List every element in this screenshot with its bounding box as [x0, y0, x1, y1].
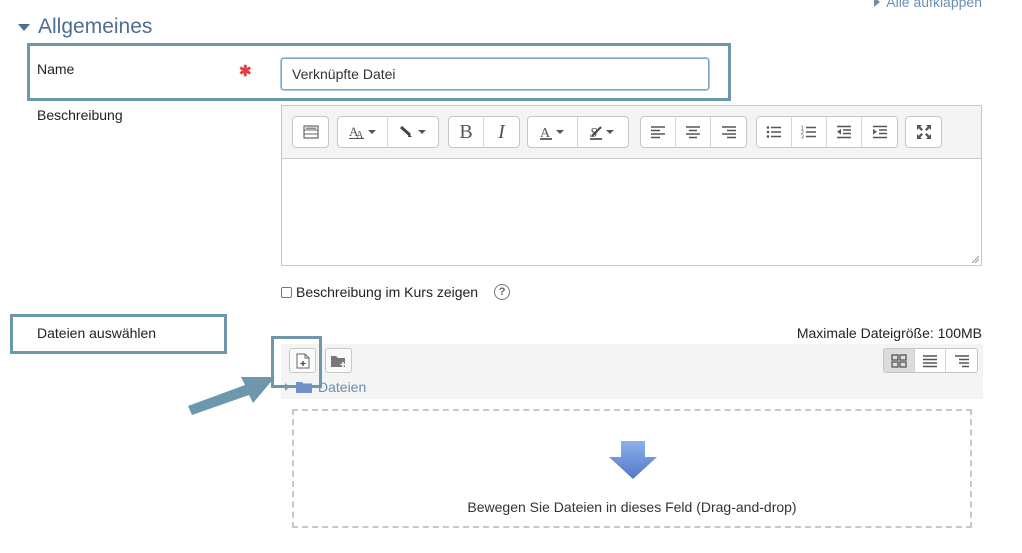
- new-folder-icon: [330, 355, 345, 367]
- create-folder-button[interactable]: [325, 348, 352, 373]
- name-label: Name: [37, 61, 75, 77]
- required-icon: ✱: [239, 63, 252, 80]
- view-tree-button[interactable]: [946, 349, 977, 372]
- table-icon[interactable]: [293, 117, 328, 147]
- toolbar-group-colors: A S: [527, 116, 629, 148]
- files-label: Dateien auswählen: [37, 325, 157, 341]
- tree-view-icon: [954, 354, 969, 367]
- description-label: Beschreibung: [37, 107, 123, 123]
- align-right-icon[interactable]: [711, 117, 746, 147]
- folder-name: Dateien: [318, 379, 367, 395]
- show-description-label[interactable]: Beschreibung im Kurs zeigen: [296, 284, 478, 300]
- font-color-icon[interactable]: A: [528, 117, 578, 147]
- expand-triangle-icon: [874, 0, 881, 7]
- align-left-icon[interactable]: [641, 117, 676, 147]
- callout-arrow-icon: [188, 377, 275, 415]
- toolbar-group-table: [292, 116, 329, 148]
- svg-text:A: A: [540, 126, 551, 140]
- view-list-button[interactable]: [915, 349, 946, 372]
- dropzone-text: Bewegen Sie Dateien in dieses Feld (Drag…: [467, 499, 797, 515]
- description-textarea[interactable]: [282, 159, 981, 265]
- view-icons-button[interactable]: [884, 349, 915, 372]
- bullet-list-icon[interactable]: [757, 117, 792, 147]
- font-size-icon[interactable]: AA: [338, 117, 388, 147]
- filepicker-toolbar: Dateien: [281, 344, 983, 399]
- name-input[interactable]: [281, 58, 709, 90]
- numbered-list-icon[interactable]: 123: [792, 117, 827, 147]
- expand-all-link[interactable]: Alle aufklappen: [874, 0, 982, 10]
- resize-grip-icon[interactable]: [971, 255, 979, 263]
- toolbar-group-lists: 123: [756, 116, 898, 148]
- description-editor: AA B I A S 1 2 3: [281, 105, 982, 266]
- help-icon[interactable]: ?: [494, 284, 511, 300]
- align-center-icon[interactable]: [676, 117, 711, 147]
- highlight-pen-icon[interactable]: [388, 117, 438, 147]
- show-description-checkbox[interactable]: [281, 286, 292, 298]
- indent-icon[interactable]: [862, 117, 897, 147]
- toolbar-group-format: B I: [448, 116, 520, 148]
- italic-icon[interactable]: I: [484, 117, 519, 147]
- toolbar-group-align: [640, 116, 747, 148]
- toolbar-group-view: [905, 116, 942, 148]
- section-title: Allgemeines: [38, 15, 153, 38]
- grid-view-icon: [891, 353, 907, 368]
- fullscreen-icon[interactable]: [906, 117, 941, 147]
- bold-icon[interactable]: B: [449, 117, 484, 147]
- list-view-icon: [923, 354, 937, 367]
- section-header[interactable]: Allgemeines: [18, 15, 152, 39]
- background-color-icon[interactable]: S: [578, 117, 628, 147]
- editor-toolbar: AA B I A S 1 2 3: [282, 106, 981, 159]
- collapse-caret-icon: [18, 23, 30, 31]
- outdent-icon[interactable]: [827, 117, 862, 147]
- drop-arrow-icon: [609, 441, 657, 479]
- file-dropzone[interactable]: Bewegen Sie Dateien in dieses Feld (Drag…: [292, 409, 972, 528]
- max-file-size: Maximale Dateigröße: 100MB: [796, 325, 982, 341]
- view-mode-toggle: [883, 348, 978, 373]
- show-description-row: Beschreibung im Kurs zeigen ?: [281, 284, 511, 300]
- toolbar-group-style: AA: [337, 116, 439, 148]
- expand-all-label: Alle aufklappen: [886, 0, 982, 10]
- svg-text:3: 3: [801, 135, 804, 140]
